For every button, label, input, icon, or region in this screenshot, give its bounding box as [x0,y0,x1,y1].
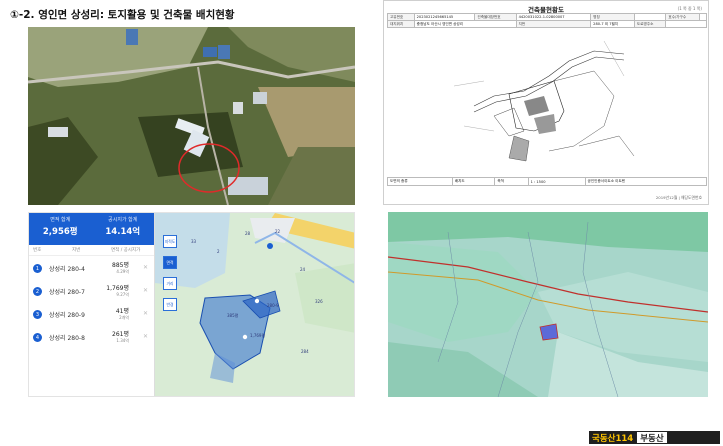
parcel-address: 상성리 280-7 [49,289,85,296]
doc-value [665,20,707,28]
satellite-image [28,27,355,205]
doc-value [698,13,708,21]
parcel-address: 상성리 280-9 [49,312,85,319]
doc-label: 고유번호 [387,13,415,21]
doc-value: 충청남도 아산시 영인면 상성리 [413,20,517,28]
area-summary-label: 면적 합계 [50,217,71,223]
area-summary: 면적 합계 2,956평 [29,213,92,245]
list-item[interactable]: 1 상성리 280-4 885평 4.29억 ✕ [29,258,154,279]
doc-value: 1 : 1500 [527,177,586,186]
doc-value: 4420031022-1-02800007 [515,13,592,21]
area-summary-value: 2,956평 [42,227,78,237]
remove-icon[interactable]: ✕ [143,264,148,271]
site-plan-drawing [454,40,635,162]
area-tool-button[interactable]: 면적 [163,256,177,269]
map-label: 24 [300,267,306,272]
brand-name: 국동산114 [592,433,634,444]
parcel-number-badge: 1 [33,264,42,273]
parcel-area: 1,769평 9.27억 [99,286,129,297]
parcel-number-badge: 3 [33,310,42,319]
map-label: 284 [301,349,309,354]
map-label: 385평 [227,312,239,318]
document-footer-table: 도면의 종류 배치도 축척 1 : 1500 공인인증서이트소 이트텐 [387,177,708,186]
brand-tag: 부동산 [636,431,668,444]
doc-label: 지번 [515,20,592,28]
doc-label: 도면의 종류 [387,177,453,186]
doc-label: 축척 [494,177,529,186]
price-summary-label: 공시지가 합계 [108,217,138,223]
document-note: 2019년12월 | 해당도면번호 [655,195,702,200]
zoning-map [388,212,708,397]
price-summary: 공시지가 합계 14.14억 [92,213,155,245]
map-label: 28 [245,231,251,236]
list-item[interactable]: 2 상성리 280-7 1,769평 9.27억 ✕ [29,281,154,302]
cadastral-map-view[interactable]: 385평 1,769평 24 280-9 28 2 33 22 284 326 … [155,213,354,396]
parcel-price-value: 2개억 [119,314,129,320]
price-summary-value: 14.14억 [105,227,141,237]
document-page-number: (1 쪽 중 1 쪽) [677,6,702,11]
doc-label: 명칭 [590,13,635,21]
cadastral-tool-button[interactable]: 지적도 [163,235,177,248]
parcel-price-value: 4.29억 [116,268,129,274]
page: ①-2. 영인면 상성리: 토지활용 및 건축물 배치현황 면적 합계 2,95… [0,0,723,446]
table-row: 대지위치 충청남도 아산시 영인면 상성리 지번 280-7 외 7필지 도로명… [387,20,707,28]
map-label: 280-9 [267,303,279,308]
map-label: 326 [315,299,323,304]
list-item[interactable]: 4 상성리 280-8 261평 1.34억 ✕ [29,327,154,348]
document-header-table: 고유번호 2023021245665145 건축물대장번호 4420031022… [387,13,708,28]
doc-value: 배치도 [451,177,496,186]
col-area: 면적 / 공시지가 [111,248,141,253]
col-addr: 지번 [72,248,81,253]
page-title: ①-2. 영인면 상성리: 토지활용 및 건축물 배치현황 [10,9,235,21]
col-no: 번호 [33,248,42,253]
list-column-headers: 번호 지번 면적 / 공시지가 [29,245,154,256]
map-label: 1,769평 [250,332,265,338]
parcel-area: 41평 2개억 [99,309,129,320]
table-row: 고유번호 2023021245665145 건축물대장번호 4420031022… [387,13,708,21]
table-row: 도면의 종류 배치도 축척 1 : 1500 공인인증서이트소 이트텐 [387,177,708,186]
map-label: 33 [191,239,197,244]
map-label: 22 [275,229,281,234]
remove-icon[interactable]: ✕ [143,333,148,340]
doc-label: 대지위치 [387,20,415,28]
parcel-address: 상성리 280-4 [49,266,85,273]
zoning-map-image [388,212,708,397]
brand-logo: 국동산114 부동산 [589,431,720,444]
doc-label: 호수/가구수 [665,13,700,21]
summary-header: 면적 합계 2,956평 공시지가 합계 14.14억 [29,213,154,245]
remove-icon[interactable]: ✕ [143,287,148,294]
parcel-area: 261평 1.34억 [99,332,129,343]
parcel-map: 385평 1,769평 24 280-9 28 2 33 22 284 326 [155,213,354,396]
radius-tool-button[interactable]: 반경 [163,298,177,311]
building-site-document: 건축물현황도 (1 쪽 중 1 쪽) 고유번호 2023021245665145… [383,0,709,205]
parcel-price-value: 1.34억 [116,337,129,343]
parcel-address: 상성리 280-8 [49,335,85,342]
parcel-number-badge: 4 [33,333,42,342]
doc-value: 280-7 외 7필지 [590,20,635,28]
land-info-panel: 면적 합계 2,956평 공시지가 합계 14.14억 번호 지번 면적 / 공… [28,212,355,397]
doc-label: 건축물대장번호 [474,13,517,21]
satellite-photo [28,27,355,205]
distance-tool-button[interactable]: 거리 [163,277,177,290]
parcel-number-badge: 2 [33,287,42,296]
parcel-area: 885평 4.29억 [99,263,129,274]
doc-value [633,13,667,21]
list-item[interactable]: 3 상성리 280-9 41평 2개억 ✕ [29,304,154,325]
parcel-price-value: 9.27억 [116,291,129,297]
map-toolbar: 지적도 면적 거리 반경 [163,235,177,311]
remove-icon[interactable]: ✕ [143,310,148,317]
doc-value: 2023021245665145 [413,13,476,21]
parcel-list-panel: 면적 합계 2,956평 공시지가 합계 14.14억 번호 지번 면적 / 공… [29,213,155,396]
doc-org: 공인인증서이트소 이트텐 [584,177,708,186]
doc-label: 도로명주소 [633,20,667,28]
